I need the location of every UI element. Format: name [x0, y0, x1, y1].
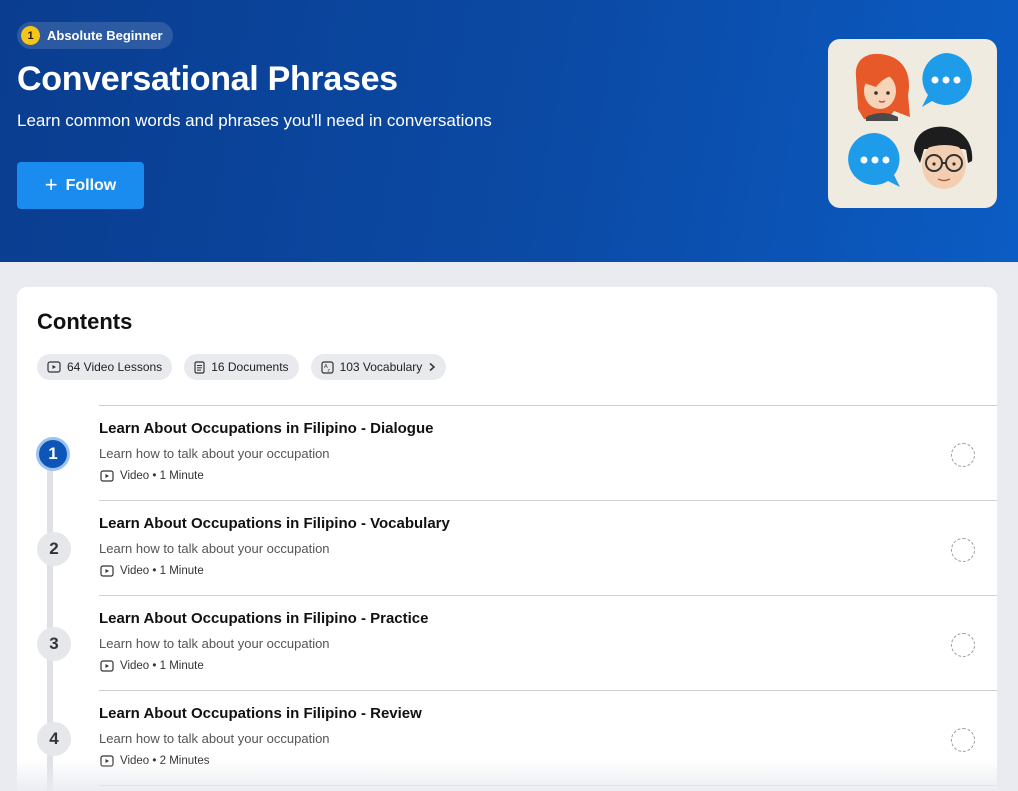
- lesson-row[interactable]: Learn About Occupations in Filipino - Di…: [99, 405, 997, 500]
- list-divider: [99, 785, 997, 786]
- lesson-description: Learn how to talk about your occupation: [99, 446, 330, 461]
- lesson-row[interactable]: Learn About Occupations in Filipino - Re…: [99, 690, 997, 785]
- lesson-meta-text: Video • 1 Minute: [120, 660, 204, 672]
- follow-label: Follow: [65, 176, 117, 194]
- completion-status-icon[interactable]: [951, 633, 975, 657]
- document-icon: [194, 360, 205, 374]
- chip-vocabulary[interactable]: A z 103 Vocabulary: [310, 354, 447, 380]
- lesson-title[interactable]: Learn About Occupations in Filipino - Pr…: [99, 610, 428, 627]
- lesson-step-number: 3: [37, 627, 71, 661]
- lesson-row[interactable]: Learn About Occupations in Filipino - Pr…: [99, 595, 997, 690]
- lesson-row[interactable]: Learn About Occupations in Filipino - Vo…: [99, 500, 997, 595]
- page-subtitle: Learn common words and phrases you'll ne…: [17, 111, 492, 130]
- lesson-meta: Video • 1 Minute: [100, 660, 204, 672]
- follow-button[interactable]: + Follow: [17, 162, 144, 209]
- plus-icon: +: [44, 171, 58, 197]
- lesson-meta-text: Video • 2 Minutes: [120, 755, 210, 767]
- video-icon: [100, 565, 114, 577]
- lesson-description: Learn how to talk about your occupation: [99, 541, 330, 556]
- chip-video-lessons[interactable]: 64 Video Lessons: [37, 354, 173, 380]
- lesson-meta-text: Video • 1 Minute: [120, 470, 204, 482]
- level-number: 1: [21, 26, 40, 45]
- chip-label: 16 Documents: [211, 360, 289, 374]
- lesson-description: Learn how to talk about your occupation: [99, 731, 330, 746]
- video-icon: [47, 361, 61, 373]
- contents-card: Contents 64 Video Lessons 16 Documents A…: [17, 287, 997, 791]
- lesson-step-number: 4: [37, 722, 71, 756]
- conversation-illustration-icon: [848, 53, 973, 189]
- lesson-meta: Video • 2 Minutes: [100, 755, 209, 767]
- lesson-title[interactable]: Learn About Occupations in Filipino - Di…: [99, 420, 433, 437]
- page-title: Conversational Phrases: [17, 60, 398, 98]
- course-header: 1 Absolute Beginner Conversational Phras…: [0, 0, 1018, 262]
- completion-status-icon[interactable]: [951, 728, 975, 752]
- lesson-step-number: 2: [37, 532, 71, 566]
- lesson-meta: Video • 1 Minute: [100, 470, 204, 482]
- lesson-meta-text: Video • 1 Minute: [120, 565, 204, 577]
- contents-title: Contents: [37, 309, 133, 334]
- chevron-right-icon: [429, 362, 436, 372]
- lesson-meta: Video • 1 Minute: [100, 565, 204, 577]
- chip-label: 64 Video Lessons: [67, 360, 163, 374]
- completion-status-icon[interactable]: [951, 443, 975, 467]
- video-icon: [100, 660, 114, 672]
- chip-label: 103 Vocabulary: [339, 360, 423, 374]
- level-label: Absolute Beginner: [47, 28, 163, 43]
- lesson-title[interactable]: Learn About Occupations in Filipino - Re…: [99, 705, 422, 722]
- video-icon: [100, 470, 114, 482]
- course-illustration: [828, 39, 997, 208]
- video-icon: [100, 755, 114, 767]
- level-badge[interactable]: 1 Absolute Beginner: [17, 22, 173, 49]
- lesson-description: Learn how to talk about your occupation: [99, 636, 330, 651]
- content-chips: 64 Video Lessons 16 Documents A z 103 Vo…: [37, 354, 447, 380]
- vocabulary-icon: A z: [320, 360, 334, 374]
- chip-documents[interactable]: 16 Documents: [184, 354, 299, 380]
- lesson-title[interactable]: Learn About Occupations in Filipino - Vo…: [99, 515, 450, 532]
- lesson-step-number: 1: [36, 437, 70, 471]
- completion-status-icon[interactable]: [951, 538, 975, 562]
